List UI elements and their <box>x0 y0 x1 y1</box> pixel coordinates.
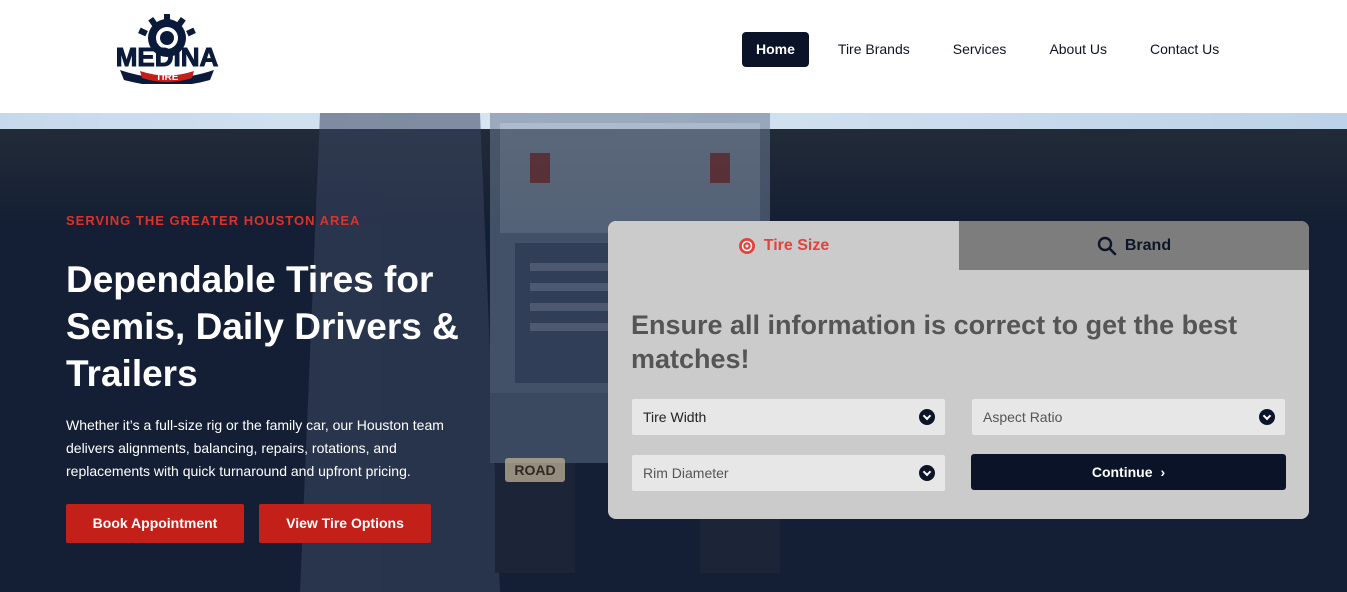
nav-home[interactable]: Home <box>742 32 809 67</box>
chevron-down-icon <box>1259 409 1275 425</box>
tire-width-label: Tire Width <box>643 409 707 425</box>
continue-button[interactable]: Continue › <box>971 454 1286 490</box>
aspect-ratio-select[interactable]: Aspect Ratio <box>972 399 1285 435</box>
nav-about-us[interactable]: About Us <box>1035 32 1121 67</box>
book-appointment-button[interactable]: Book Appointment <box>66 504 244 543</box>
view-tire-options-button[interactable]: View Tire Options <box>259 504 431 543</box>
nav-contact-us[interactable]: Contact Us <box>1136 32 1233 67</box>
tab-brand-label: Brand <box>1124 236 1172 254</box>
truck-road-sign: ROAD <box>514 462 555 478</box>
hero-headline: Dependable Tires for Semis, Daily Driver… <box>66 259 459 394</box>
tab-brand[interactable]: Brand <box>959 221 1309 270</box>
continue-label: Continue <box>1091 464 1153 480</box>
main-nav: Home Tire Brands Services About Us Conta… <box>742 32 1248 67</box>
tire-icon <box>738 237 755 254</box>
logo-text-bottom: TIRE <box>156 72 179 83</box>
tire-search-panel: Tire Size Brand Ensure all information i… <box>608 221 1309 519</box>
chevron-down-icon <box>919 465 935 481</box>
search-panel-title: Ensure all information is correct to get… <box>631 310 1238 374</box>
tire-width-select[interactable]: Tire Width <box>632 399 945 435</box>
tab-tire-size-label: Tire Size <box>763 236 830 254</box>
rim-diameter-select[interactable]: Rim Diameter <box>632 455 945 491</box>
rim-diameter-label: Rim Diameter <box>643 465 729 481</box>
logo-text-top: MEDINA <box>116 42 219 72</box>
chevron-down-icon <box>919 409 935 425</box>
nav-tire-brands[interactable]: Tire Brands <box>824 32 924 67</box>
hero-eyebrow: SERVING THE GREATER HOUSTON AREA <box>66 213 361 228</box>
hero-description: Whether it’s a full-size rig or the fami… <box>66 417 444 479</box>
site-header: MEDINA TIRE Home Tire Brands Services Ab… <box>0 0 1347 113</box>
hero-section: ROAD SERVING THE GREATER HOUSTON AREA De… <box>0 113 1347 592</box>
tab-tire-size[interactable]: Tire Size <box>608 221 959 270</box>
chevron-right-icon: › <box>1160 464 1166 480</box>
medina-tire-logo[interactable]: MEDINA TIRE <box>110 14 224 84</box>
nav-services[interactable]: Services <box>939 32 1021 67</box>
search-icon <box>1097 236 1117 255</box>
aspect-ratio-label: Aspect Ratio <box>983 409 1063 425</box>
